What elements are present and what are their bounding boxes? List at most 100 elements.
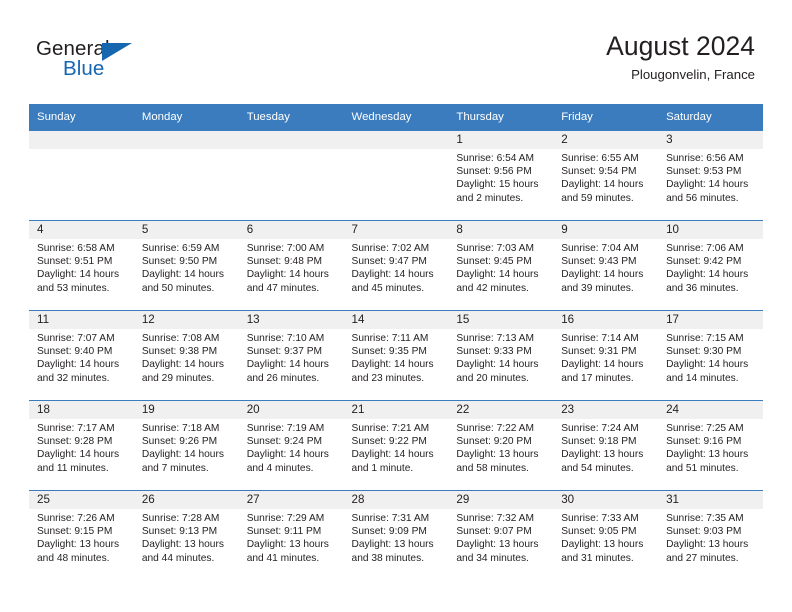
daylight-duration-line2: and 45 minutes. (351, 282, 425, 294)
daylight-duration-line2: and 39 minutes. (561, 282, 634, 294)
calendar-day-cell[interactable]: 16 Sunrise: 7:14 AM Sunset: 9:31 PM Dayligh… (553, 310, 659, 401)
day-details: Sunrise: 7:04 AM Sunset: 9:43 PM Daylight:… (553, 239, 658, 295)
calendar-day-cell[interactable]: 9 Sunrise: 7:04 AM Sunset: 9:43 PM Daylight… (553, 220, 659, 311)
daylight-duration-line2: and 54 minutes. (561, 462, 634, 474)
weekday-header: Sunday Monday Tuesday Wednesday Thursday Frid… (29, 104, 763, 131)
calendar-day-cell[interactable]: 5 Sunrise: 6:59 AM Sunset: 9:50 PM Daylight… (133, 220, 239, 311)
daylight-duration-line1: Daylight: 14 hours (351, 359, 434, 371)
sunrise-time: Sunrise: 7:17 AM (37, 423, 115, 434)
sunset-time: Sunset: 9:05 PM (561, 526, 637, 538)
calendar-day-cell[interactable]: 4 Sunrise: 6:58 AM Sunset: 9:51 PM Daylight… (29, 220, 134, 311)
daylight-duration-line1: Daylight: 14 hours (37, 359, 120, 371)
calendar-day-cell[interactable]: 18 Sunrise: 7:17 AM Sunset: 9:28 PM Dayligh… (29, 400, 134, 491)
sunset-time: Sunset: 9:54 PM (561, 166, 637, 178)
calendar-day-cell[interactable]: 2 Sunrise: 6:55 AM Sunset: 9:54 PM Daylight… (553, 131, 659, 221)
sunset-time: Sunset: 9:40 PM (37, 346, 113, 358)
day-number: 8 (448, 221, 554, 239)
sunset-time: Sunset: 9:42 PM (666, 256, 742, 268)
sunset-time: Sunset: 9:03 PM (666, 526, 742, 538)
sunrise-time: Sunrise: 6:58 AM (37, 243, 115, 254)
day-cell-inner: 9 Sunrise: 7:04 AM Sunset: 9:43 PM Daylight… (553, 221, 659, 310)
day-number: 18 (29, 401, 134, 419)
calendar-day-cell[interactable]: 11 Sunrise: 7:07 AM Sunset: 9:40 PM Dayligh… (29, 310, 134, 401)
calendar-day-cell[interactable]: 21 Sunrise: 7:21 AM Sunset: 9:22 PM Dayligh… (343, 400, 449, 491)
calendar-day-cell[interactable]: 20 Sunrise: 7:19 AM Sunset: 9:24 PM Dayligh… (238, 400, 344, 491)
calendar-day-cell[interactable]: 22 Sunrise: 7:22 AM Sunset: 9:20 PM Dayligh… (448, 400, 554, 491)
calendar-day-cell[interactable]: 14 Sunrise: 7:11 AM Sunset: 9:35 PM Dayligh… (343, 310, 449, 401)
calendar-day-cell[interactable]: 30 Sunrise: 7:33 AM Sunset: 9:05 PM Dayligh… (553, 490, 659, 580)
calendar-day-cell[interactable]: 25 Sunrise: 7:26 AM Sunset: 9:15 PM Dayligh… (29, 490, 134, 580)
calendar-day-cell[interactable]: 15 Sunrise: 7:13 AM Sunset: 9:33 PM Dayligh… (448, 310, 554, 401)
day-details: Sunrise: 7:08 AM Sunset: 9:38 PM Daylight:… (134, 329, 239, 385)
day-cell-inner (238, 131, 344, 220)
sunrise-time: Sunrise: 7:33 AM (561, 513, 639, 524)
day-number: 26 (133, 491, 239, 509)
calendar-day-cell[interactable]: 24 Sunrise: 7:25 AM Sunset: 9:16 PM Dayligh… (658, 400, 763, 491)
daylight-duration-line1: Daylight: 14 hours (456, 269, 539, 281)
calendar-day-cell[interactable]: 29 Sunrise: 7:32 AM Sunset: 9:07 PM Dayligh… (448, 490, 554, 580)
daylight-duration-line2: and 34 minutes. (456, 552, 529, 564)
calendar-day-cell[interactable]: 6 Sunrise: 7:00 AM Sunset: 9:48 PM Daylight… (238, 220, 344, 311)
sunrise-time: Sunrise: 7:26 AM (37, 513, 115, 524)
calendar-day-cell[interactable]: 8 Sunrise: 7:03 AM Sunset: 9:45 PM Daylight… (448, 220, 554, 311)
day-number: 16 (553, 311, 659, 329)
day-number: 7 (343, 221, 449, 239)
day-number: 20 (238, 401, 344, 419)
day-cell-inner: 2 Sunrise: 6:55 AM Sunset: 9:54 PM Daylight… (553, 131, 659, 220)
calendar-day-cell[interactable]: 3 Sunrise: 6:56 AM Sunset: 9:53 PM Daylight… (658, 131, 763, 221)
daylight-duration-line1: Daylight: 14 hours (37, 449, 120, 461)
daylight-duration-line2: and 59 minutes. (561, 192, 634, 204)
general-blue-logo[interactable]: General Blue (36, 38, 236, 89)
calendar-table: Sunday Monday Tuesday Wednesday Thursday Frid… (29, 104, 763, 580)
day-details: Sunrise: 6:58 AM Sunset: 9:51 PM Daylight:… (29, 239, 134, 295)
daylight-duration-line1: Daylight: 13 hours (456, 449, 539, 461)
page-title: August 2024 (606, 31, 755, 61)
calendar-day-cell[interactable]: 10 Sunrise: 7:06 AM Sunset: 9:42 PM Dayligh… (658, 220, 763, 311)
daylight-duration-line2: and 7 minutes. (141, 462, 209, 474)
day-cell-inner: 1 Sunrise: 6:54 AM Sunset: 9:56 PM Daylight… (448, 131, 554, 220)
calendar-day-cell[interactable]: 1 Sunrise: 6:54 AM Sunset: 9:56 PM Daylight… (448, 131, 554, 221)
sunrise-time: Sunrise: 7:18 AM (141, 423, 220, 434)
day-number: 1 (448, 131, 554, 149)
sunset-time: Sunset: 9:28 PM (37, 436, 113, 448)
daylight-duration-line1: Daylight: 13 hours (37, 539, 120, 551)
day-details: Sunrise: 7:10 AM Sunset: 9:37 PM Daylight:… (239, 329, 344, 385)
title-block: August 2024 Plougonvelin, France (606, 31, 755, 82)
daylight-duration-line2: and 51 minutes. (666, 462, 739, 474)
weekday-header-monday: Monday (133, 104, 239, 131)
calendar-day-cell[interactable]: 26 Sunrise: 7:28 AM Sunset: 9:13 PM Dayligh… (133, 490, 239, 580)
calendar-day-cell[interactable]: 7 Sunrise: 7:02 AM Sunset: 9:47 PM Daylight… (343, 220, 449, 311)
day-cell-inner: 11 Sunrise: 7:07 AM Sunset: 9:40 PM Dayligh… (29, 311, 134, 400)
sunset-time: Sunset: 9:11 PM (246, 526, 322, 538)
calendar-day-cell[interactable]: 31 Sunrise: 7:35 AM Sunset: 9:03 PM Dayligh… (658, 490, 763, 580)
sunrise-time: Sunrise: 7:32 AM (456, 513, 534, 524)
day-details: Sunrise: 7:31 AM Sunset: 9:09 PM Daylight:… (344, 509, 449, 565)
calendar-day-cell[interactable]: 13 Sunrise: 7:10 AM Sunset: 9:37 PM Dayligh… (238, 310, 344, 401)
daylight-duration-line1: Daylight: 13 hours (351, 539, 434, 551)
sunset-time: Sunset: 9:50 PM (141, 256, 218, 268)
day-cell-inner: 5 Sunrise: 6:59 AM Sunset: 9:50 PM Daylight… (133, 221, 239, 310)
day-number: 15 (448, 311, 554, 329)
calendar-day-cell[interactable]: 28 Sunrise: 7:31 AM Sunset: 9:09 PM Dayligh… (343, 490, 449, 580)
day-details: Sunrise: 7:13 AM Sunset: 9:33 PM Daylight:… (448, 329, 553, 385)
calendar-day-cell[interactable]: 27 Sunrise: 7:29 AM Sunset: 9:11 PM Dayligh… (238, 490, 344, 580)
day-cell-inner: 6 Sunrise: 7:00 AM Sunset: 9:48 PM Daylight… (238, 221, 344, 310)
day-number: 10 (658, 221, 763, 239)
day-details: Sunrise: 7:26 AM Sunset: 9:15 PM Daylight:… (29, 509, 134, 565)
calendar-day-cell[interactable]: 23 Sunrise: 7:24 AM Sunset: 9:18 PM Dayligh… (553, 400, 659, 491)
calendar-day-cell[interactable]: 12 Sunrise: 7:08 AM Sunset: 9:38 PM Dayligh… (133, 310, 239, 401)
day-cell-inner: 22 Sunrise: 7:22 AM Sunset: 9:20 PM Dayligh… (448, 401, 554, 490)
daylight-duration-line2: and 48 minutes. (37, 552, 110, 564)
page-header: General Blue August 2024 Plougonvelin, F… (0, 0, 792, 104)
calendar-day-cell[interactable]: 19 Sunrise: 7:18 AM Sunset: 9:26 PM Dayligh… (133, 400, 239, 491)
day-number (133, 131, 239, 149)
daylight-duration-line2: and 23 minutes. (351, 372, 425, 384)
day-number: 4 (29, 221, 134, 239)
day-details: Sunrise: 7:06 AM Sunset: 9:42 PM Daylight:… (658, 239, 763, 295)
day-details: Sunrise: 7:07 AM Sunset: 9:40 PM Daylight:… (29, 329, 134, 385)
day-number: 13 (238, 311, 344, 329)
day-details: Sunrise: 7:28 AM Sunset: 9:13 PM Daylight:… (134, 509, 239, 565)
sunrise-time: Sunrise: 7:02 AM (351, 243, 430, 254)
sunset-time: Sunset: 9:51 PM (37, 256, 113, 268)
calendar-day-cell[interactable]: 17 Sunrise: 7:15 AM Sunset: 9:30 PM Dayligh… (658, 310, 763, 401)
